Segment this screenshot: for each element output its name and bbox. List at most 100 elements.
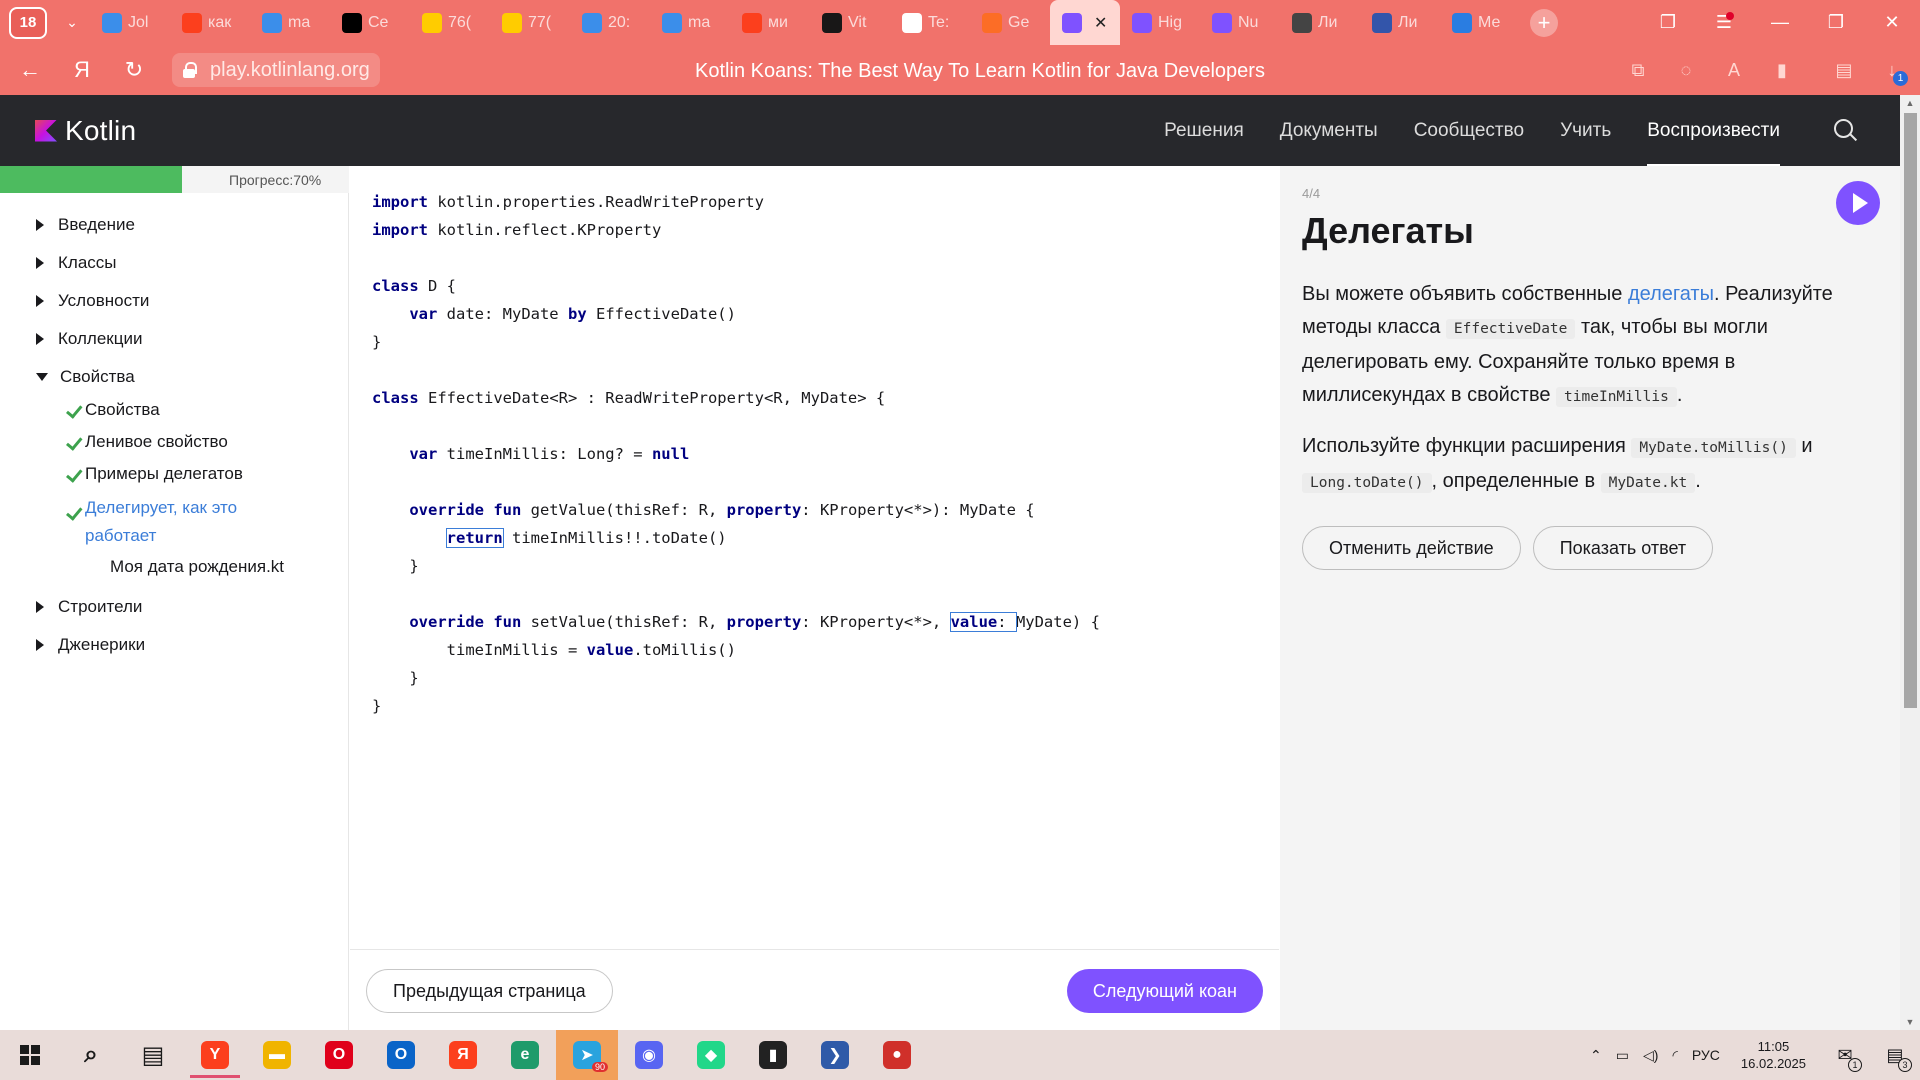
- previous-page-button[interactable]: Предыдущая страница: [366, 969, 613, 1013]
- browser-tab[interactable]: Ме: [1440, 0, 1520, 45]
- battery-icon[interactable]: ▭: [1609, 1030, 1636, 1080]
- taskbar-app[interactable]: ⌕: [60, 1030, 122, 1080]
- browser-tab[interactable]: Ли: [1280, 0, 1360, 45]
- volume-icon[interactable]: ◁): [1636, 1030, 1665, 1080]
- language-indicator[interactable]: РУС: [1685, 1030, 1727, 1080]
- run-play-icon[interactable]: [1836, 181, 1880, 225]
- nav-docs[interactable]: Документы: [1280, 95, 1378, 166]
- taskbar-app[interactable]: ▬: [246, 1030, 308, 1080]
- browser-tab[interactable]: 20:: [570, 0, 650, 45]
- taskbar-app[interactable]: Я: [432, 1030, 494, 1080]
- chat-icon[interactable]: ◌: [1668, 52, 1704, 88]
- toc-section-classes[interactable]: Классы: [0, 244, 349, 282]
- downloads-icon[interactable]: ↓ 1: [1874, 52, 1910, 88]
- expand-triangle-icon: [36, 333, 44, 345]
- browser-tab[interactable]: ma: [250, 0, 330, 45]
- clock-date: 16.02.2025: [1740, 1056, 1806, 1071]
- toc-section-collections[interactable]: Коллекции: [0, 320, 349, 358]
- taskbar-app[interactable]: O: [308, 1030, 370, 1080]
- yandex-logo-icon[interactable]: Я: [60, 48, 104, 92]
- search-icon[interactable]: [1832, 117, 1860, 145]
- toc-item-delegates-how-it-works[interactable]: Делегирует, как это работает: [0, 494, 300, 550]
- toc-file-mydate[interactable]: Моя дата рождения.kt: [0, 550, 349, 584]
- next-koan-button[interactable]: Следующий коан: [1066, 969, 1263, 1013]
- delegates-link[interactable]: делегаты: [1628, 283, 1714, 305]
- tab-title: 20:: [608, 13, 631, 31]
- toc-section-properties[interactable]: Свойства: [0, 358, 349, 396]
- code-editor[interactable]: import kotlin.properties.ReadWriteProper…: [350, 166, 1279, 949]
- nav-learn[interactable]: Учить: [1560, 95, 1611, 166]
- scroll-down-arrow-icon[interactable]: ▼: [1900, 1014, 1920, 1030]
- browser-tab[interactable]: ми: [730, 0, 810, 45]
- taskbar-app[interactable]: ▮: [742, 1030, 804, 1080]
- browser-tab[interactable]: Vit: [810, 0, 890, 45]
- browser-tab[interactable]: Te:: [890, 0, 970, 45]
- scrollbar-thumb[interactable]: [1904, 113, 1917, 708]
- toc-section-conventions[interactable]: Условности: [0, 282, 349, 320]
- tray-chevron-icon[interactable]: ⌃: [1583, 1030, 1609, 1080]
- toc-section-generics[interactable]: Дженерики: [0, 626, 349, 664]
- toc-item-delegates-examples[interactable]: Примеры делегатов: [0, 460, 349, 492]
- browser-tab[interactable]: Hig: [1120, 0, 1200, 45]
- browser-tab[interactable]: ✕: [1050, 0, 1120, 45]
- code-content[interactable]: import kotlin.properties.ReadWriteProper…: [372, 188, 1100, 720]
- back-arrow-icon[interactable]: ←: [8, 48, 52, 92]
- undo-button[interactable]: Отменить действие: [1302, 526, 1521, 570]
- toc-section-intro[interactable]: Введение: [0, 206, 349, 244]
- browser-tab[interactable]: Jol: [90, 0, 170, 45]
- taskbar-app[interactable]: ◉: [618, 1030, 680, 1080]
- scroll-up-arrow-icon[interactable]: ▲: [1900, 95, 1920, 111]
- browser-tab[interactable]: Ce: [330, 0, 410, 45]
- toc-item-label: Свойства: [85, 400, 160, 419]
- taskbar-app[interactable]: e: [494, 1030, 556, 1080]
- taskbar-app[interactable]: ◆: [680, 1030, 742, 1080]
- mail-icon: [422, 12, 442, 33]
- kotlin-home-link[interactable]: Kotlin: [35, 115, 136, 147]
- browser-tab[interactable]: Nu: [1200, 0, 1280, 45]
- windows-start-icon[interactable]: [0, 1030, 60, 1080]
- copy-link-icon[interactable]: ⧉: [1620, 52, 1656, 88]
- restore-button[interactable]: ❐: [1808, 0, 1864, 45]
- opera-icon: O: [325, 1041, 353, 1069]
- browser-tab[interactable]: 77(: [490, 0, 570, 45]
- yandex-browser-icon: Y: [201, 1041, 229, 1069]
- taskbar-app[interactable]: Y: [184, 1030, 246, 1080]
- browser-tab[interactable]: как: [170, 0, 250, 45]
- notifications-icon[interactable]: ▤ 3: [1870, 1030, 1920, 1080]
- nav-solutions[interactable]: Решения: [1164, 95, 1244, 166]
- nav-community[interactable]: Сообщество: [1414, 95, 1524, 166]
- messages-tray-icon[interactable]: ✉ 1: [1820, 1030, 1870, 1080]
- minimize-button[interactable]: —: [1752, 0, 1808, 45]
- tab-manager-icon[interactable]: ❐: [1640, 0, 1696, 45]
- browser-tab[interactable]: 76(: [410, 0, 490, 45]
- check-icon: [60, 504, 78, 516]
- tab-list-chevron-icon[interactable]: ⌄: [54, 5, 90, 41]
- toc-section-builders[interactable]: Строители: [0, 588, 349, 626]
- taskbar-app[interactable]: O: [370, 1030, 432, 1080]
- browser-tab[interactable]: Ли: [1360, 0, 1440, 45]
- url-field[interactable]: play.kotlinlang.org: [172, 53, 380, 87]
- wifi-icon[interactable]: ◜: [1665, 1030, 1684, 1080]
- nav-play[interactable]: Воспроизвести: [1647, 95, 1780, 166]
- tab-counter-button[interactable]: 18: [9, 6, 47, 39]
- taskbar-app[interactable]: ❯: [804, 1030, 866, 1080]
- translate-icon[interactable]: A: [1716, 52, 1752, 88]
- clock[interactable]: 11:05 16.02.2025: [1727, 1038, 1820, 1072]
- collections-icon[interactable]: ▤: [1826, 52, 1862, 88]
- page-scrollbar[interactable]: ▲ ▼: [1900, 95, 1920, 1030]
- reload-icon[interactable]: ↻: [112, 48, 156, 92]
- close-tab-icon[interactable]: ✕: [1094, 13, 1107, 33]
- task-paragraph: Используйте функции расширения MyDate.to…: [1302, 430, 1882, 500]
- taskbar-app[interactable]: ➤ 90: [556, 1030, 618, 1080]
- browser-tab[interactable]: ma: [650, 0, 730, 45]
- browser-tab[interactable]: Ge: [970, 0, 1050, 45]
- bookmark-icon[interactable]: ▮: [1764, 52, 1800, 88]
- toc-item-lazy-property[interactable]: Ленивое свойство: [0, 428, 349, 460]
- toc-item-properties[interactable]: Свойства: [0, 396, 349, 428]
- browser-menu-icon[interactable]: ☰: [1696, 0, 1752, 45]
- show-answer-button[interactable]: Показать ответ: [1532, 526, 1714, 570]
- close-window-button[interactable]: ✕: [1864, 0, 1920, 45]
- taskbar-app[interactable]: ▤: [122, 1030, 184, 1080]
- taskbar-app[interactable]: ●: [866, 1030, 928, 1080]
- new-tab-button[interactable]: +: [1530, 8, 1558, 37]
